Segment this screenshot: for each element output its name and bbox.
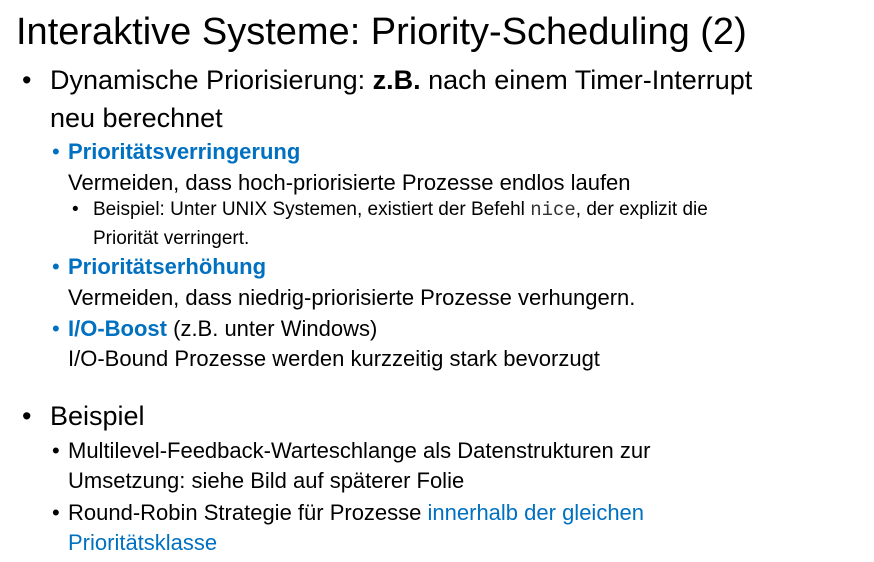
slide-title: Interaktive Systeme: Priority-Scheduling…	[16, 11, 747, 53]
bullet: •	[22, 65, 32, 95]
text: (z.B. unter Windows)	[167, 316, 378, 341]
multilevel-line1: Multilevel-Feedback-Warteschlange als Da…	[68, 438, 651, 463]
code-nice: nice	[530, 199, 576, 221]
text: innerhalb der gleichen	[427, 500, 645, 525]
bullet: •	[52, 316, 60, 341]
text: Round-Robin Strategie für Prozesse	[68, 500, 428, 525]
io-boost-heading: I/O-Boost (z.B. unter Windows)	[68, 318, 377, 340]
priority-decrease-heading: Prioritätsverringerung	[68, 139, 301, 164]
round-robin-line2: Prioritätsklasse	[68, 530, 218, 555]
priority-increase-text: Vermeiden, dass niedrig-priorisierte Pro…	[68, 285, 636, 310]
round-robin-line1: Round-Robin Strategie für Prozesse inner…	[68, 502, 644, 524]
bullet: •	[52, 254, 60, 279]
bullet: •	[52, 139, 60, 164]
text: , der explizit die	[575, 199, 708, 220]
example-heading: Beispiel	[50, 401, 145, 431]
priority-increase-heading: Prioritätserhöhung	[68, 254, 267, 279]
dynamic-priority-line2: neu berechnet	[50, 103, 223, 133]
bullet: •	[52, 500, 60, 525]
bullet: •	[72, 199, 79, 220]
bullet: •	[22, 401, 32, 431]
multilevel-line2: Umsetzung: siehe Bild auf späterer Folie	[68, 468, 465, 493]
text: Dynamische Priorisierung:	[50, 65, 373, 95]
bullet: •	[52, 438, 60, 463]
io-boost-text: I/O-Bound Prozesse werden kurzzeitig sta…	[68, 346, 600, 371]
priority-decrease-text: Vermeiden, dass hoch-priorisierte Prozes…	[68, 170, 631, 195]
text: Beispiel: Unter UNIX Systemen, existiert…	[93, 199, 531, 220]
example-nice-line: Beispiel: Unter UNIX Systemen, existiert…	[93, 200, 708, 220]
text: z.B.	[372, 65, 421, 95]
example-nice-line2: Priorität verringert.	[93, 228, 250, 249]
text: I/O-Boost	[68, 316, 167, 341]
text: nach einem Timer-Interrupt	[420, 65, 753, 95]
dynamic-priority-line: Dynamische Priorisierung: z.B. nach eine…	[50, 67, 752, 94]
